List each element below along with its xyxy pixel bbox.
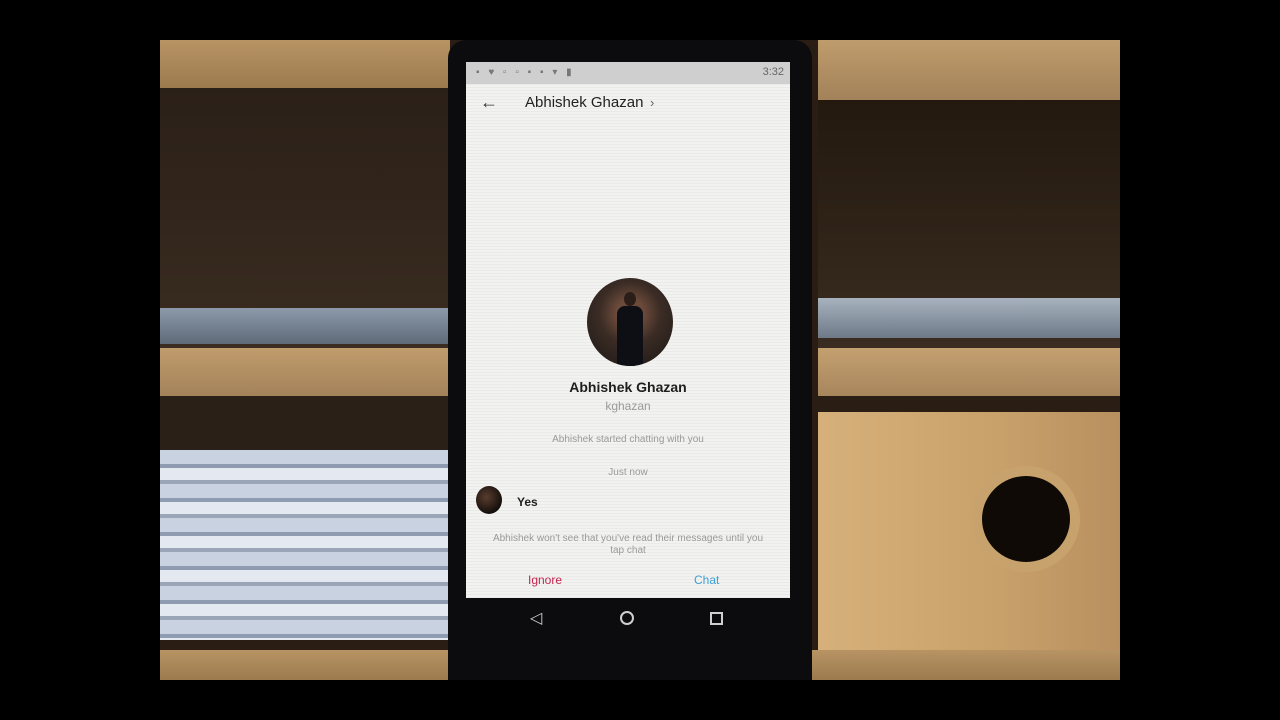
message-text: Yes [517, 495, 538, 509]
shelf-cavity [160, 396, 450, 456]
profile-name: Abhishek Ghazan [569, 379, 687, 395]
status-time: 3:32 [762, 66, 784, 78]
status-icons: ▪ ♥ ▫ ▫ ▪ ▪ ▾ ▮ [476, 67, 575, 78]
nav-back-icon[interactable]: ◁ [530, 608, 542, 628]
ignore-button[interactable]: Ignore [528, 573, 562, 587]
chevron-right-icon[interactable]: › [650, 95, 654, 110]
wooden-shelf [160, 40, 450, 88]
chat-started-text: Abhishek started chatting with you [552, 434, 704, 445]
read-receipt-notice: Abhishek won't see that you've read thei… [492, 533, 764, 556]
android-nav-bar: ◁ [466, 598, 790, 638]
profile-avatar[interactable] [587, 278, 673, 366]
message-timestamp: Just now [608, 467, 648, 478]
sender-avatar[interactable] [476, 486, 502, 514]
nav-recents-icon[interactable] [710, 612, 723, 625]
paper-stack [160, 450, 450, 640]
wooden-drawer [818, 412, 1120, 650]
avatar-figure [617, 306, 643, 366]
app-bar: ← Abhishek Ghazan › [466, 84, 790, 124]
drawer-handle-hole [982, 476, 1070, 562]
chat-button[interactable]: Chat [694, 573, 719, 587]
back-arrow-icon[interactable]: ← [480, 92, 498, 113]
avatar-head [624, 292, 636, 306]
wooden-shelf [818, 40, 1120, 100]
wooden-shelf [160, 348, 450, 396]
conversation-title[interactable]: Abhishek Ghazan [525, 94, 643, 111]
nav-home-icon[interactable] [620, 611, 634, 625]
profile-handle: kghazan [605, 399, 651, 413]
wooden-shelf [818, 348, 1120, 396]
paper-stack [818, 298, 1120, 338]
status-bar: ▪ ♥ ▫ ▫ ▪ ▪ ▾ ▮ 3:32 [466, 62, 790, 84]
paper-stack [160, 308, 450, 344]
phone-screen: ▪ ♥ ▫ ▫ ▪ ▪ ▾ ▮ 3:32 ← Abhishek Ghazan ›… [466, 62, 790, 598]
